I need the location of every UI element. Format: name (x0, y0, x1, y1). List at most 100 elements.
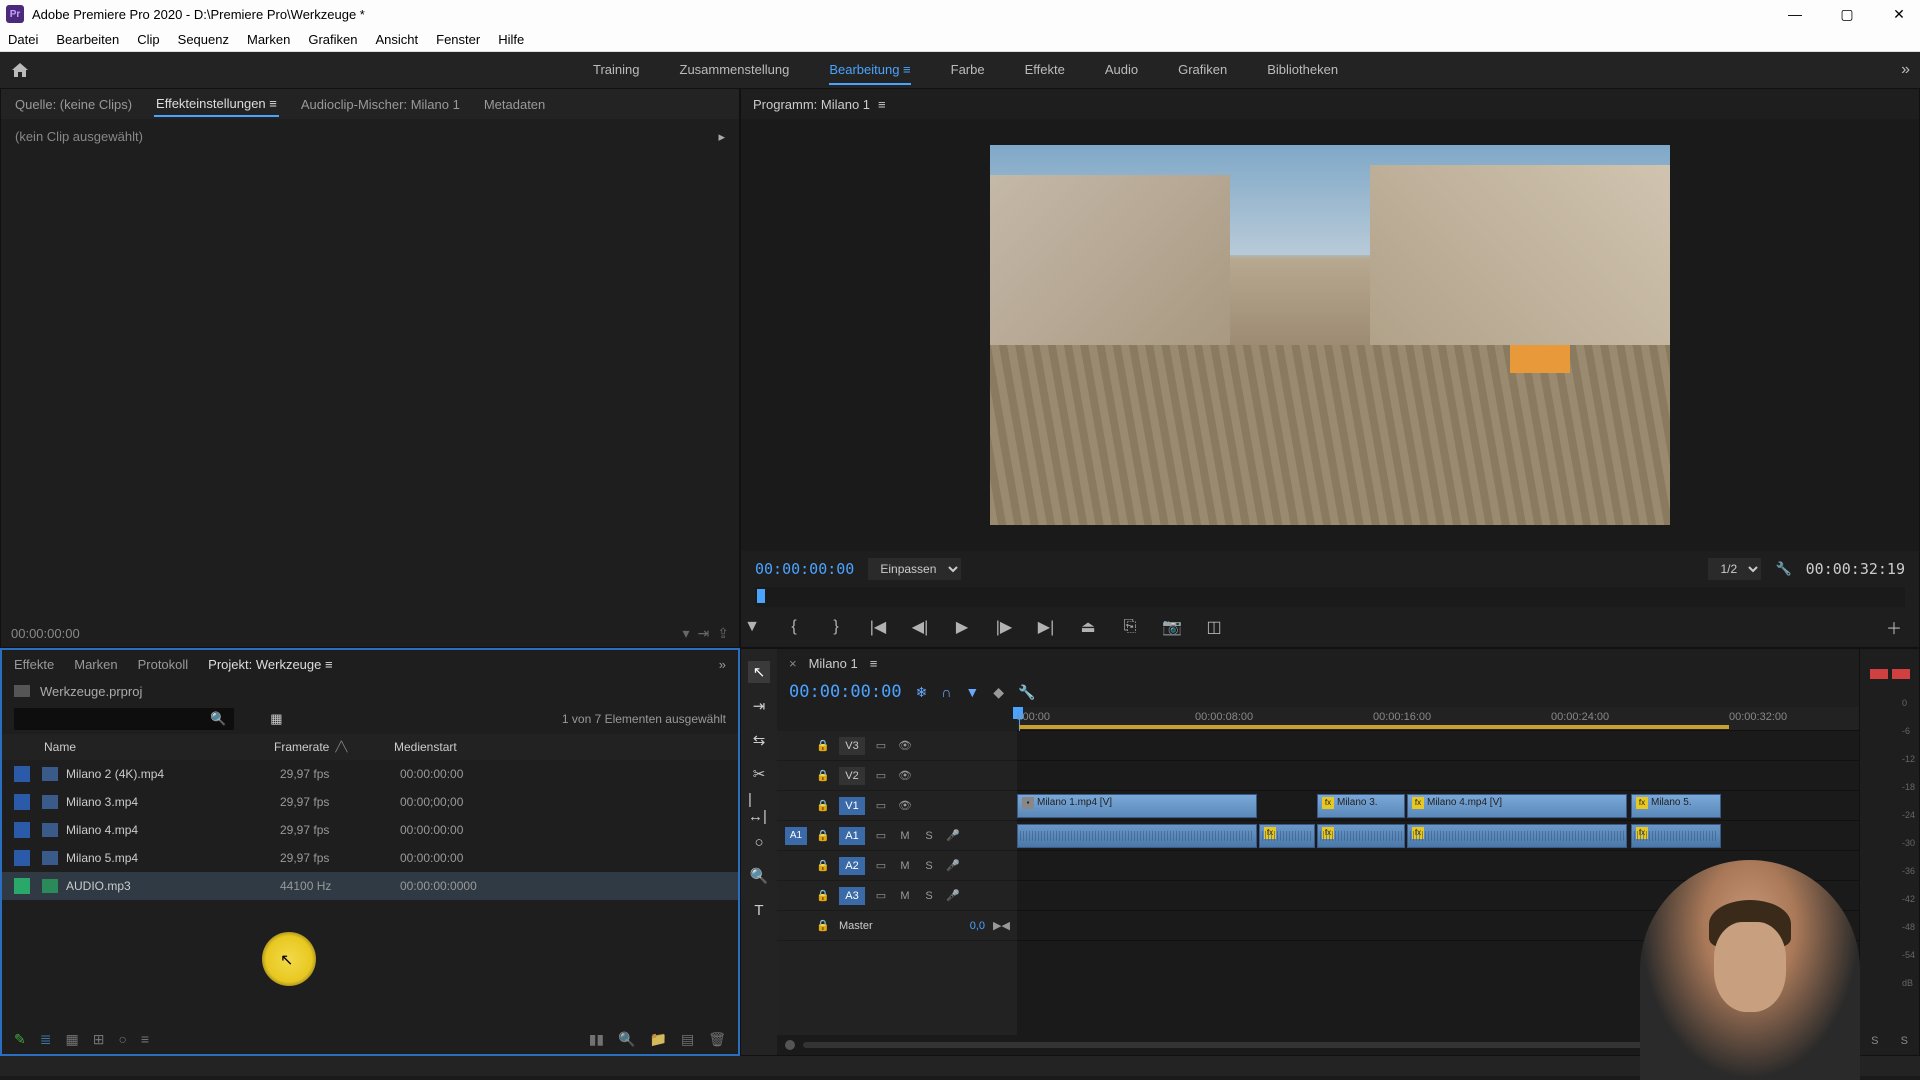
video-track-header[interactable]: 🔒 V2 ▭ 👁 (777, 761, 1017, 791)
video-track-header[interactable]: 🔒 V1 ▭ 👁 (777, 791, 1017, 821)
project-row[interactable]: Milano 3.mp4 29,97 fps 00:00;00;00 (2, 788, 738, 816)
column-mediastart[interactable]: Medienstart (394, 740, 534, 754)
workspace-zusammenstellung[interactable]: Zusammenstellung (680, 56, 790, 85)
lock-icon[interactable]: 🔒 (815, 889, 831, 902)
playhead-icon[interactable] (757, 589, 765, 603)
hand-tool[interactable]: 🔍 (748, 865, 770, 887)
source-patch[interactable]: A1 (785, 827, 807, 845)
lock-icon[interactable]: 🔒 (815, 799, 831, 812)
workspace-grafiken[interactable]: Grafiken (1178, 56, 1227, 85)
label-chip[interactable] (14, 766, 30, 782)
fit-dropdown[interactable]: Einpassen (868, 558, 961, 580)
audio-clip[interactable]: fx (1631, 824, 1721, 848)
workspace-bibliotheken[interactable]: Bibliotheken (1267, 56, 1338, 85)
pen-tool[interactable]: ○ (748, 831, 770, 853)
overwrite-icon[interactable]: ⇪ (717, 625, 729, 642)
track-target[interactable]: V3 (839, 737, 865, 755)
voiceover-icon[interactable]: 🎤 (945, 859, 961, 872)
menu-grafiken[interactable]: Grafiken (308, 32, 357, 47)
go-to-in-button[interactable]: |◀ (867, 617, 889, 637)
solo-button[interactable]: S (921, 890, 937, 902)
project-row[interactable]: Milano 4.mp4 29,97 fps 00:00:00:00 (2, 816, 738, 844)
sync-lock-icon[interactable]: ▭ (873, 799, 889, 812)
tab-metadata[interactable]: Metadaten (482, 93, 547, 116)
track-target[interactable]: A2 (839, 857, 865, 875)
toggle-output-icon[interactable]: 👁 (897, 739, 913, 752)
menu-bearbeiten[interactable]: Bearbeiten (56, 32, 119, 47)
tab-overflow-icon[interactable]: » (719, 657, 726, 672)
audio-track-header[interactable]: A1 🔒 A1 ▭ M S 🎤 (777, 821, 1017, 851)
new-bin-icon[interactable]: 📁 (650, 1031, 667, 1048)
workspace-training[interactable]: Training (593, 56, 639, 85)
audio-clip[interactable]: fx (1259, 824, 1315, 848)
master-track-header[interactable]: 🔒 Master 0,0 ▶◀ (777, 911, 1017, 941)
video-clip[interactable]: ▪Milano 1.mp4 [V] (1017, 794, 1257, 818)
track-target[interactable]: V2 (839, 767, 865, 785)
video-clip[interactable]: fxMilano 4.mp4 [V] (1407, 794, 1627, 818)
expand-arrow-icon[interactable]: ▸ (718, 129, 725, 145)
label-chip[interactable] (14, 822, 30, 838)
type-tool[interactable]: T (748, 899, 770, 921)
expand-icon[interactable]: ▶◀ (993, 919, 1009, 932)
mute-button[interactable]: M (897, 890, 913, 902)
mark-out-icon[interactable]: } (825, 618, 847, 636)
project-row[interactable]: Milano 2 (4K).mp4 29,97 fps 00:00:00:00 (2, 760, 738, 788)
lock-icon[interactable]: 🔒 (815, 739, 831, 752)
workspace-overflow-icon[interactable]: » (1901, 61, 1910, 79)
label-chip[interactable] (14, 878, 30, 894)
lock-icon[interactable]: 🔒 (815, 769, 831, 782)
track-lane[interactable] (1017, 731, 1859, 761)
tab-source[interactable]: Quelle: (keine Clips) (13, 93, 134, 116)
new-item-icon[interactable]: ✎ (14, 1031, 26, 1048)
maximize-button[interactable]: ▢ (1832, 6, 1862, 23)
list-view-icon[interactable]: ≣ (40, 1031, 52, 1048)
wrench-icon[interactable]: 🔧 (1775, 561, 1791, 577)
audio-clip[interactable] (1017, 824, 1257, 848)
solo-left[interactable]: S (1871, 1035, 1878, 1047)
audio-track-header[interactable]: 🔒 A3 ▭ M S 🎤 (777, 881, 1017, 911)
video-track-header[interactable]: 🔒 V3 ▭ 👁 (777, 731, 1017, 761)
linked-selection-icon[interactable]: ∩ (941, 684, 951, 700)
add-marker-icon[interactable]: ▼ (965, 684, 979, 700)
go-to-out-button[interactable]: ▶| (1035, 617, 1057, 637)
voiceover-icon[interactable]: 🎤 (945, 889, 961, 902)
menu-datei[interactable]: Datei (8, 32, 38, 47)
timeline-timecode[interactable]: 00:00:00:00 (789, 682, 902, 702)
automate-icon[interactable]: ▮▮ (589, 1031, 604, 1048)
razor-tool[interactable]: ✂ (748, 763, 770, 785)
toggle-output-icon[interactable]: 👁 (897, 799, 913, 812)
track-lane[interactable] (1017, 761, 1859, 791)
menu-ansicht[interactable]: Ansicht (375, 32, 418, 47)
home-icon[interactable] (10, 61, 30, 79)
column-framerate[interactable]: Framerate ╱╲ (274, 740, 394, 754)
mark-in-button[interactable]: ▼ (741, 618, 763, 636)
menu-fenster[interactable]: Fenster (436, 32, 480, 47)
menu-sequenz[interactable]: Sequenz (178, 32, 229, 47)
workspace-effekte[interactable]: Effekte (1025, 56, 1065, 85)
play-button[interactable]: ▶ (951, 617, 973, 637)
menu-marken[interactable]: Marken (247, 32, 290, 47)
menu-hilfe[interactable]: Hilfe (498, 32, 524, 47)
work-area-bar[interactable] (1019, 725, 1729, 729)
video-clip[interactable]: fxMilano 5. (1631, 794, 1721, 818)
project-row[interactable]: AUDIO.mp3 44100 Hz 00:00:00:0000 (2, 872, 738, 900)
selection-tool[interactable]: ↖ (748, 661, 770, 683)
zoom-out-handle[interactable] (785, 1040, 795, 1050)
find-icon[interactable]: 🔍 (618, 1031, 635, 1048)
zoom-slider-icon[interactable]: ○ (118, 1031, 126, 1047)
tab-effect-controls[interactable]: Effekteinstellungen ≡ (154, 92, 279, 117)
sequence-name[interactable]: Milano 1 (809, 656, 858, 671)
icon-view-icon[interactable]: ▦ (65, 1031, 78, 1048)
lock-icon[interactable]: 🔒 (815, 919, 831, 932)
trash-icon[interactable]: 🗑 (708, 1031, 726, 1048)
tab-history[interactable]: Protokoll (138, 657, 189, 672)
lift-button[interactable]: ⏏ (1077, 617, 1099, 637)
workspace-audio[interactable]: Audio (1105, 56, 1138, 85)
new-item-button[interactable]: ▤ (681, 1031, 694, 1048)
project-row[interactable]: Milano 5.mp4 29,97 fps 00:00:00:00 (2, 844, 738, 872)
time-ruler[interactable]: i:00:0000:00:08:0000:00:16:0000:00:24:00… (1017, 707, 1859, 731)
label-chip[interactable] (14, 794, 30, 810)
project-search-input[interactable] (14, 708, 234, 730)
audio-track-header[interactable]: 🔒 A2 ▭ M S 🎤 (777, 851, 1017, 881)
marker-icon[interactable]: ◆ (993, 684, 1004, 701)
